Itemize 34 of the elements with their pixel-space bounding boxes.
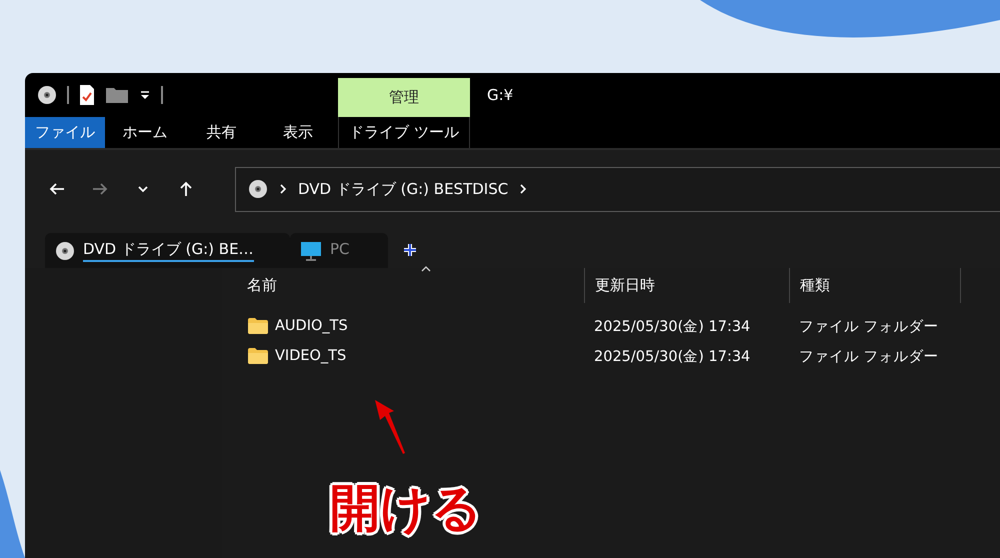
column-header[interactable]: 名前 bbox=[222, 268, 584, 303]
ribbon-tab[interactable]: ホーム bbox=[105, 117, 185, 148]
disc-icon bbox=[37, 85, 57, 105]
item-type: ファイル フォルダー bbox=[798, 348, 940, 366]
modified-date: 2025/05/30(金) 17:34 bbox=[593, 318, 752, 336]
dropdown-icon[interactable] bbox=[139, 89, 151, 101]
window-title: G:¥ bbox=[486, 85, 514, 106]
chevron-right-icon[interactable] bbox=[519, 184, 528, 194]
item-type: ファイル フォルダー bbox=[798, 318, 940, 336]
monitor-icon bbox=[300, 240, 322, 260]
breadcrumb-item[interactable]: DVD ドライブ (G:) BESTDISC bbox=[298, 180, 508, 198]
disc-icon bbox=[248, 179, 268, 199]
folder-icon bbox=[247, 317, 269, 335]
file-name[interactable]: VIDEO_TS bbox=[275, 348, 346, 364]
ribbon-tab[interactable]: 共有 bbox=[185, 117, 258, 148]
document-check-icon[interactable] bbox=[79, 84, 95, 106]
column-header[interactable]: 更新日時 bbox=[584, 268, 789, 303]
annotation-arrow bbox=[372, 397, 408, 455]
address-bar[interactable]: DVD ドライブ (G:) BESTDISC bbox=[235, 166, 1000, 212]
file-name[interactable]: AUDIO_TS bbox=[275, 318, 348, 334]
column-header[interactable]: 種類 bbox=[789, 268, 960, 303]
chevron-right-icon[interactable] bbox=[279, 184, 287, 194]
annotation-text: 開ける bbox=[330, 478, 482, 539]
ribbon-tab[interactable]: ファイル bbox=[25, 117, 105, 148]
ribbon-tab[interactable]: 表示 bbox=[258, 117, 338, 148]
plus-icon[interactable] bbox=[402, 242, 418, 258]
tab[interactable]: DVD ドライブ (G:) BE… bbox=[45, 233, 290, 268]
folder-icon[interactable] bbox=[105, 86, 129, 104]
modified-date: 2025/05/30(金) 17:34 bbox=[593, 348, 752, 366]
disc-icon bbox=[55, 240, 75, 260]
folder-icon bbox=[247, 347, 269, 365]
tab[interactable]: PC bbox=[290, 233, 388, 268]
contextual-group-label: 管理 bbox=[338, 78, 470, 117]
sort-caret-icon[interactable] bbox=[420, 264, 432, 272]
